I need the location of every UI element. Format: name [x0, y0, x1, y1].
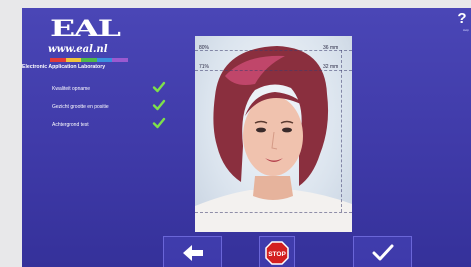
- checkmark-icon: [152, 117, 166, 129]
- check-row-background: Achtergrond test: [40, 117, 170, 136]
- logo-url: www.eal.nl: [48, 44, 108, 55]
- arrow-left-icon: [182, 244, 203, 261]
- measure-top-right: 36 mm: [323, 45, 339, 51]
- check-label: Gezicht grootte en positie: [52, 104, 109, 110]
- check-label: Kwaliteit opname: [52, 86, 91, 92]
- check-label: Achtergrond test: [52, 122, 89, 128]
- check-row-face-size: Gezicht grootte en positie: [40, 99, 170, 118]
- measure-mid-left: 71%: [199, 64, 210, 70]
- check-row-quality: Kwaliteit opname: [40, 81, 170, 100]
- help-icon: ?: [457, 10, 467, 27]
- confirm-button[interactable]: [353, 236, 412, 267]
- brand-tagline: Electronic Application Laboratory: [22, 64, 106, 70]
- help-button[interactable]: ?: [455, 10, 469, 30]
- stop-label: STOP: [268, 251, 286, 258]
- help-label: Help: [462, 28, 469, 32]
- measure-mid-right: 32 mm: [323, 64, 339, 70]
- guide-line-bottom: [195, 212, 352, 213]
- checkmark-icon: [152, 99, 166, 111]
- checkmark-icon: [152, 81, 166, 93]
- checklist: Kwaliteit opname Gezicht grootte en posi…: [40, 81, 170, 136]
- kiosk-screen: EAL www.eal.nl Electronic Application La…: [22, 8, 471, 267]
- checkmark-icon: [372, 244, 393, 260]
- stop-sign-icon: STOP: [265, 240, 289, 265]
- back-button[interactable]: [163, 236, 222, 267]
- guide-line-right: [341, 50, 342, 212]
- stop-button[interactable]: STOP: [259, 236, 295, 267]
- guide-line-mid: [195, 70, 352, 71]
- logo-color-stripe: [50, 58, 128, 62]
- logo-mark: EAL: [50, 16, 121, 42]
- measure-top-left: 80%: [199, 45, 210, 51]
- captured-photo: 80% 71% 36 mm 32 mm: [195, 36, 352, 232]
